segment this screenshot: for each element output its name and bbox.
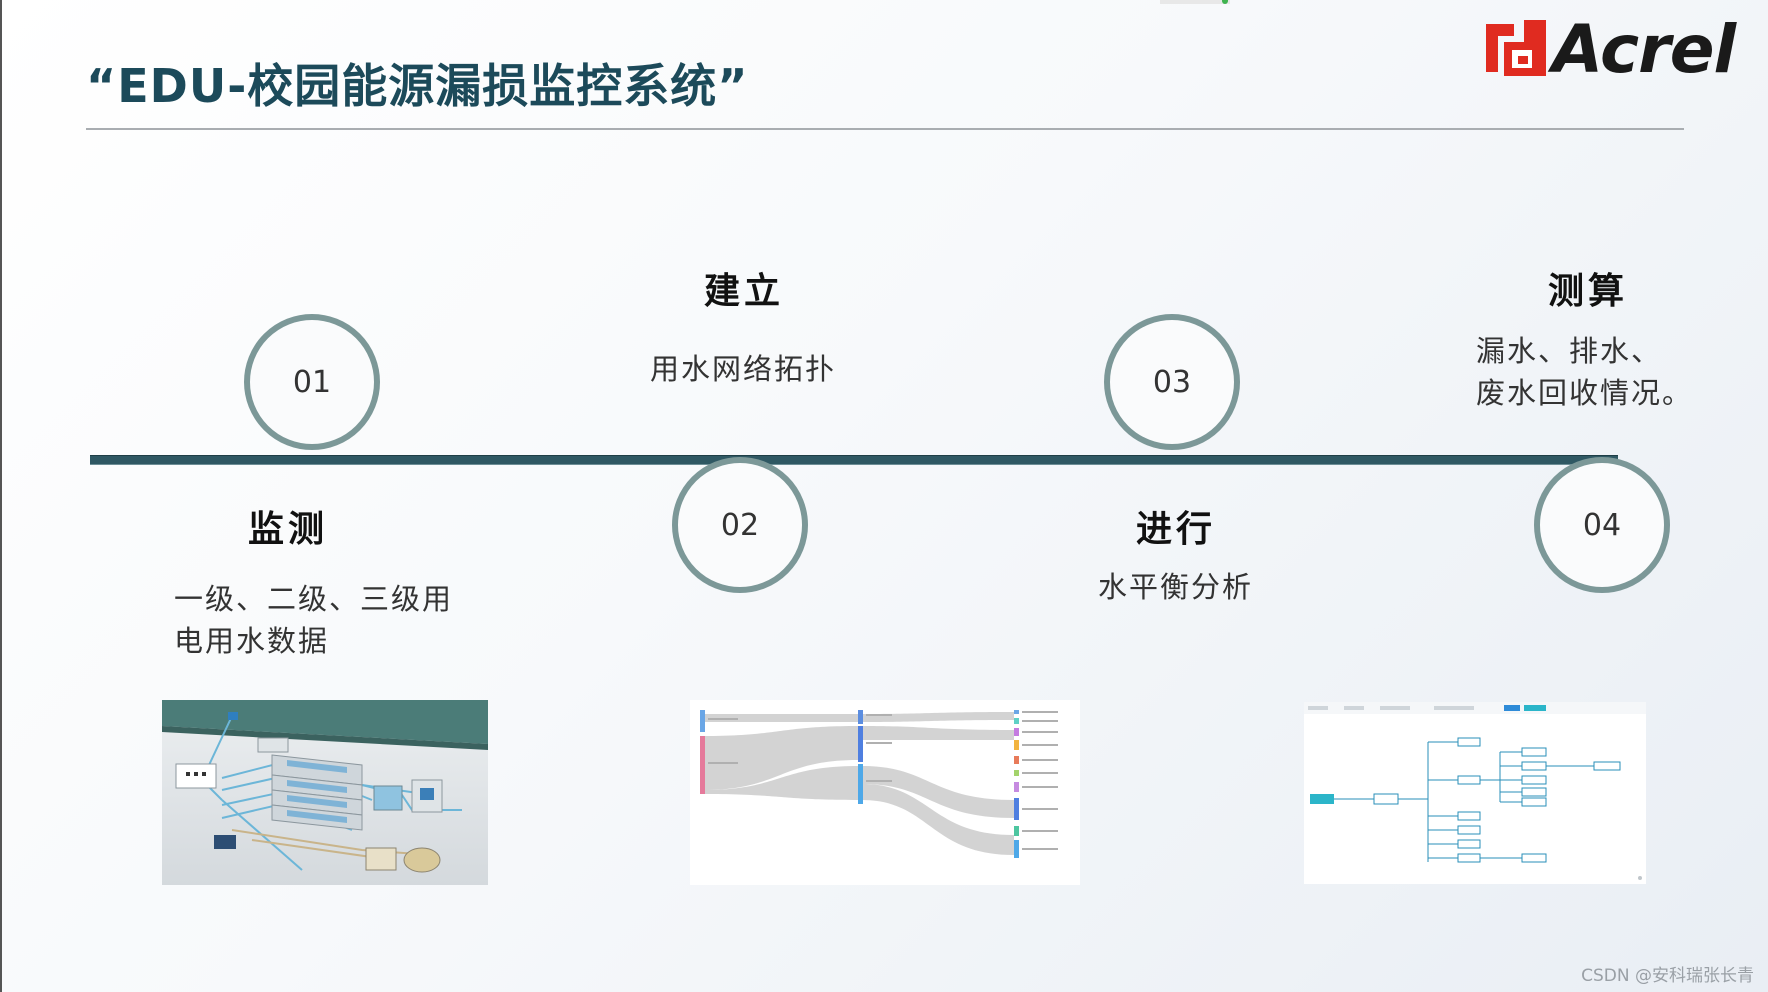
step-03-circle: 03: [1104, 314, 1240, 450]
water-network-sankey-thumbnail: [690, 700, 1080, 885]
step-01-desc-line: 电用水数据: [174, 624, 330, 658]
logo-wordmark: Acrel: [1552, 11, 1736, 88]
step-04-number: 04: [1582, 507, 1622, 543]
step-01-heading: 监测: [248, 509, 329, 550]
step-03-number: 03: [1152, 364, 1192, 400]
slide-title: “EDU-校园能源漏损监控系统”: [86, 59, 749, 113]
step-04-description: 漏水、排水、 废水回收情况。: [1476, 330, 1716, 414]
water-system-3d-thumbnail: [162, 700, 488, 885]
step-01-number: 01: [292, 364, 332, 400]
step-04-desc-line: 漏水、排水、: [1476, 334, 1663, 368]
step-01-circle: 01: [244, 314, 380, 450]
acrel-logo: Acrel: [1480, 11, 1750, 88]
step-01-description: 一级、二级、三级用 电用水数据: [174, 578, 494, 662]
csdn-watermark: CSDN @安科瑞张长青: [1581, 966, 1754, 986]
step-04-desc-line: 废水回收情况。: [1476, 376, 1694, 410]
step-02-heading: 建立: [704, 271, 785, 312]
step-03-desc-line: 水平衡分析: [1098, 570, 1254, 604]
slide-left-edge: [0, 0, 2, 992]
step-03-description: 水平衡分析: [1098, 566, 1318, 608]
water-topology-tree-thumbnail: [1304, 702, 1646, 884]
title-divider: [86, 128, 1684, 130]
step-01-desc-line: 一级、二级、三级用: [174, 582, 454, 616]
top-edge-mark: [1160, 0, 1230, 4]
step-02-desc-line: 用水网络拓扑: [650, 352, 837, 386]
step-04-circle: 04: [1534, 457, 1670, 593]
timeline-bar: [90, 455, 1618, 465]
acrel-logo-mark-icon: [1486, 20, 1546, 76]
step-04-heading: 测算: [1548, 271, 1629, 312]
step-02-number: 02: [720, 507, 760, 543]
step-02-description: 用水网络拓扑: [650, 348, 890, 390]
step-02-circle: 02: [672, 457, 808, 593]
step-03-heading: 进行: [1136, 509, 1217, 550]
